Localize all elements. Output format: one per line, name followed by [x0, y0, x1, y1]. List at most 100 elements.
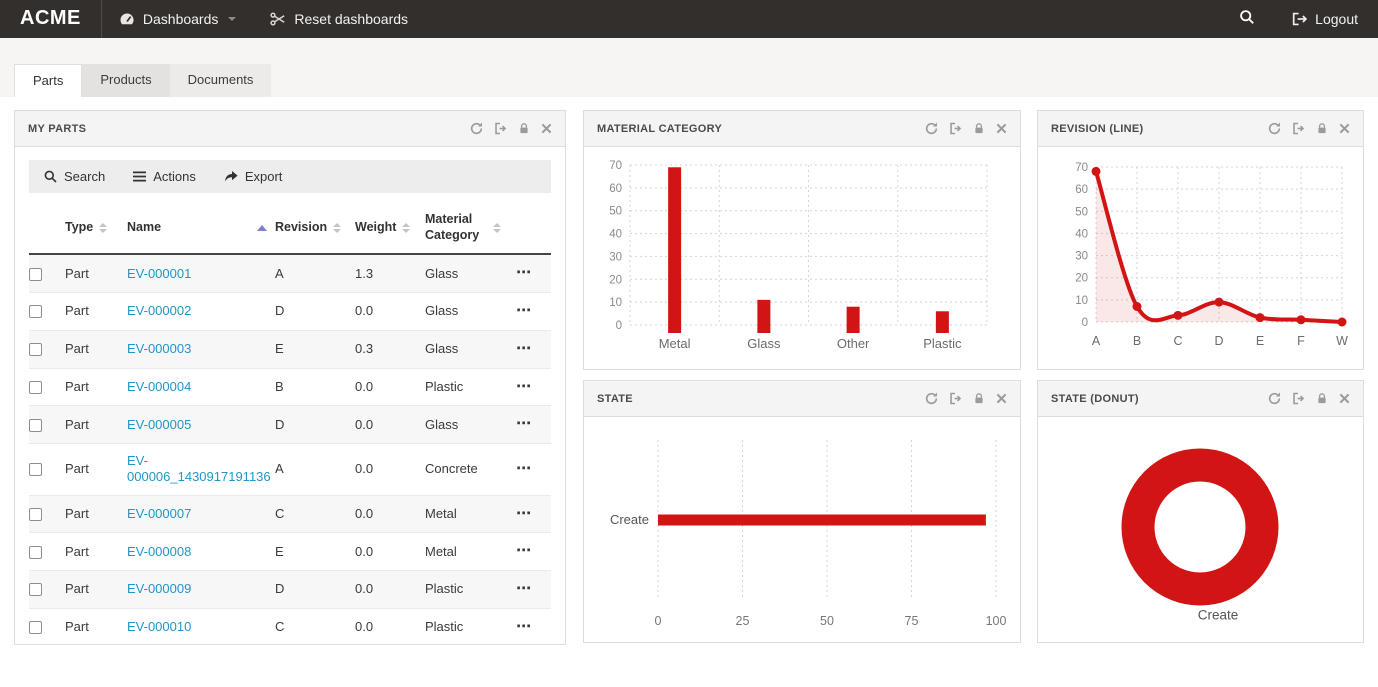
row-checkbox[interactable]: [29, 343, 42, 356]
close-icon[interactable]: [1339, 393, 1350, 404]
export-button[interactable]: Export: [224, 169, 283, 184]
tab-parts[interactable]: Parts: [14, 64, 82, 97]
svg-text:40: 40: [609, 229, 622, 241]
svg-text:40: 40: [1075, 228, 1088, 240]
table-row: PartEV-000005D0.0Glass⋯: [29, 406, 551, 444]
svg-text:10: 10: [1075, 295, 1088, 307]
close-icon[interactable]: [996, 123, 1007, 134]
part-link[interactable]: EV-000003: [127, 341, 191, 356]
tab-documents[interactable]: Documents: [170, 64, 272, 97]
cell-revision: B: [275, 368, 355, 406]
search-icon: [44, 170, 57, 183]
column-header-type[interactable]: Type: [65, 202, 127, 254]
popout-icon[interactable]: [949, 392, 962, 405]
refresh-icon[interactable]: [925, 392, 938, 405]
popout-icon[interactable]: [1292, 392, 1305, 405]
cell-material: Metal: [425, 495, 516, 533]
cell-type: Part: [65, 254, 127, 292]
nav-reset-dashboards[interactable]: Reset dashboards: [253, 0, 425, 38]
cell-revision: D: [275, 571, 355, 609]
svg-text:0: 0: [616, 320, 622, 332]
row-checkbox[interactable]: [29, 305, 42, 318]
column-header-name[interactable]: Name: [127, 202, 275, 254]
actions-button[interactable]: Actions: [133, 169, 196, 184]
refresh-icon[interactable]: [470, 122, 483, 135]
part-link[interactable]: EV-000009: [127, 581, 191, 596]
table-row: PartEV-000004B0.0Plastic⋯: [29, 368, 551, 406]
row-actions-menu[interactable]: ⋯: [516, 542, 532, 559]
row-actions-menu[interactable]: ⋯: [516, 340, 532, 357]
column-header-revision[interactable]: Revision: [275, 202, 355, 254]
gauge-icon: [119, 12, 135, 26]
svg-text:W: W: [1336, 334, 1348, 348]
material-category-chart: 010203040506070MetalGlassOtherPlastic: [584, 147, 1020, 369]
close-icon[interactable]: [541, 123, 552, 134]
logout-button[interactable]: Logout: [1275, 0, 1378, 38]
part-link[interactable]: EV-000006_1430917191136: [127, 453, 271, 484]
lock-icon[interactable]: [518, 122, 530, 135]
part-link[interactable]: EV-000005: [127, 417, 191, 432]
lock-icon[interactable]: [1316, 122, 1328, 135]
lock-icon[interactable]: [1316, 392, 1328, 405]
state-panel: STATE 0255075100Create: [583, 380, 1021, 643]
svg-text:Create: Create: [1198, 608, 1239, 623]
row-actions-menu[interactable]: ⋯: [516, 460, 532, 477]
row-actions-menu[interactable]: ⋯: [516, 378, 532, 395]
row-checkbox[interactable]: [29, 419, 42, 432]
close-icon[interactable]: [996, 393, 1007, 404]
cell-revision: E: [275, 330, 355, 368]
row-actions-menu[interactable]: ⋯: [516, 618, 532, 635]
row-checkbox[interactable]: [29, 463, 42, 476]
popout-icon[interactable]: [494, 122, 507, 135]
svg-text:60: 60: [1075, 184, 1088, 196]
cell-material: Glass: [425, 330, 516, 368]
row-actions-menu[interactable]: ⋯: [516, 580, 532, 597]
part-link[interactable]: EV-000001: [127, 266, 191, 281]
table-row: PartEV-000009D0.0Plastic⋯: [29, 571, 551, 609]
row-actions-menu[interactable]: ⋯: [516, 264, 532, 281]
refresh-icon[interactable]: [1268, 122, 1281, 135]
popout-icon[interactable]: [1292, 122, 1305, 135]
row-checkbox[interactable]: [29, 546, 42, 559]
row-actions-menu[interactable]: ⋯: [516, 302, 532, 319]
row-checkbox[interactable]: [29, 583, 42, 596]
row-actions-menu[interactable]: ⋯: [516, 505, 532, 522]
refresh-icon[interactable]: [1268, 392, 1281, 405]
svg-text:30: 30: [609, 251, 622, 263]
popout-icon[interactable]: [949, 122, 962, 135]
select-all-header: [29, 202, 65, 254]
part-link[interactable]: EV-000007: [127, 506, 191, 521]
nav-dashboards[interactable]: Dashboards: [102, 0, 254, 38]
svg-text:F: F: [1297, 334, 1305, 348]
part-link[interactable]: EV-000010: [127, 619, 191, 634]
part-link[interactable]: EV-000002: [127, 303, 191, 318]
cell-name: EV-000005: [127, 406, 275, 444]
part-link[interactable]: EV-000004: [127, 379, 191, 394]
cell-name: EV-000010: [127, 608, 275, 644]
tab-products[interactable]: Products: [82, 64, 169, 97]
refresh-icon[interactable]: [925, 122, 938, 135]
search-button[interactable]: Search: [44, 169, 105, 184]
cell-revision: E: [275, 533, 355, 571]
svg-text:25: 25: [736, 614, 750, 628]
row-actions-menu[interactable]: ⋯: [516, 415, 532, 432]
row-checkbox[interactable]: [29, 268, 42, 281]
row-checkbox[interactable]: [29, 621, 42, 634]
svg-text:60: 60: [609, 183, 622, 195]
cell-type: Part: [65, 571, 127, 609]
close-icon[interactable]: [1339, 123, 1350, 134]
search-button[interactable]: [1219, 0, 1275, 38]
row-checkbox[interactable]: [29, 381, 42, 394]
column-header-material-category[interactable]: Material Category: [425, 202, 516, 254]
part-link[interactable]: EV-000008: [127, 544, 191, 559]
column-header-weight[interactable]: Weight: [355, 202, 425, 254]
cell-material: Plastic: [425, 571, 516, 609]
lock-icon[interactable]: [973, 392, 985, 405]
parts-toolbar: Search Actions Export: [29, 160, 551, 193]
state-chart: 0255075100Create: [584, 417, 1020, 642]
row-checkbox[interactable]: [29, 508, 42, 521]
lock-icon[interactable]: [973, 122, 985, 135]
parts-table: Type Name Revision Weight Material Categ…: [29, 202, 551, 644]
brand-logo[interactable]: ACME: [0, 0, 102, 38]
search-icon: [1239, 9, 1255, 30]
